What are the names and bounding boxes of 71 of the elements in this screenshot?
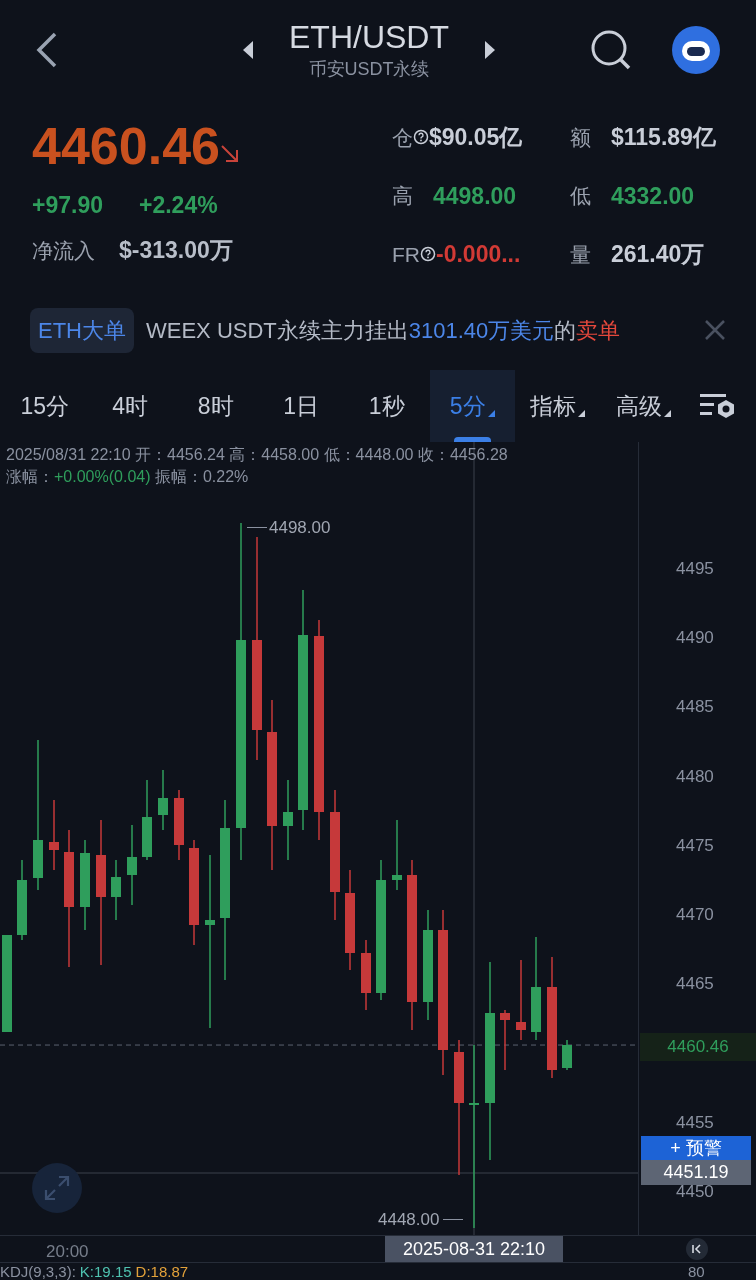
candle bbox=[392, 819, 402, 891]
price-axis-label: 4495 bbox=[676, 558, 714, 580]
last-price-label: 4460.46 bbox=[640, 1033, 756, 1061]
price-axis-label: 4485 bbox=[676, 696, 714, 719]
time-axis-label: 20:00 bbox=[46, 1241, 89, 1263]
interval-tab[interactable]: 1秒 bbox=[344, 370, 430, 442]
candle bbox=[49, 799, 59, 871]
stat-label: 额 bbox=[570, 124, 591, 151]
stat-label: 仓 bbox=[392, 124, 413, 151]
indicator-value: K:19.15 bbox=[79, 1262, 132, 1280]
next-triangle-icon[interactable] bbox=[485, 41, 495, 59]
price-axis-label: 4465 bbox=[676, 973, 714, 996]
chart-settings-icon[interactable] bbox=[700, 391, 736, 421]
candle bbox=[174, 789, 184, 861]
skip-back-icon bbox=[692, 1244, 702, 1254]
banner-message: WEEX USDT永续主力挂出3101.40万美元的卖单 bbox=[146, 316, 622, 345]
tag-label: ETH大单 bbox=[30, 307, 134, 353]
price-axis-label: 4490 bbox=[676, 627, 714, 650]
interval-tab[interactable]: 指标 bbox=[515, 370, 601, 442]
candle bbox=[158, 769, 168, 831]
stat-value: 4498.00 bbox=[433, 181, 517, 211]
stat-label: 高 bbox=[392, 183, 413, 209]
stat-value: -0.000... bbox=[436, 240, 521, 269]
stat-value: $115.89亿 bbox=[611, 123, 716, 152]
candle-ohlc-text: 2025/08/31 22:10 开：4456.24 高：4458.00 低：4448.00 收：4456.28 bbox=[6, 445, 508, 465]
expand-icon bbox=[44, 1175, 70, 1201]
help-icon[interactable] bbox=[413, 129, 429, 146]
price-axis-label: 4455 bbox=[676, 1111, 714, 1134]
candle bbox=[361, 939, 371, 1011]
interval-tab[interactable]: 高级 bbox=[600, 370, 686, 442]
interval-tab[interactable]: 5分 bbox=[429, 370, 515, 442]
crosshair-time-label: 2025-08-31 22:10 bbox=[385, 1236, 563, 1263]
stat-value: 4332.00 bbox=[611, 181, 695, 211]
indicator-name: KDJ(9,3,3): bbox=[0, 1262, 76, 1280]
selected-tab-underline bbox=[453, 437, 491, 442]
percent-change: +2.24% bbox=[139, 191, 218, 220]
avatar-icon[interactable] bbox=[672, 26, 720, 74]
interval-tab[interactable]: 8时 bbox=[173, 370, 259, 442]
price-axis-label: 4480 bbox=[676, 765, 714, 788]
indicator-value: D:18.87 bbox=[135, 1262, 189, 1280]
candle bbox=[500, 1009, 510, 1071]
low-price-marker: 4448.00 bbox=[378, 1209, 440, 1231]
help-icon[interactable] bbox=[420, 246, 436, 263]
last-price: 4460.46 bbox=[32, 116, 220, 177]
scroll-to-latest-button[interactable] bbox=[686, 1238, 708, 1260]
pair-title: ETH/USDT bbox=[289, 17, 449, 56]
indicator-axis-label: 80 bbox=[688, 1262, 705, 1280]
interval-tab[interactable]: 1日 bbox=[258, 370, 344, 442]
stat-label: 低 bbox=[570, 183, 591, 209]
stat-value: $90.05亿 bbox=[429, 123, 523, 152]
net-inflow-value: $-313.00万 bbox=[119, 235, 233, 265]
stat-label: 量 bbox=[570, 241, 591, 268]
stat-value: 261.40万 bbox=[611, 240, 705, 269]
candle bbox=[562, 1039, 572, 1071]
price-axis-label: 4470 bbox=[676, 904, 714, 926]
down-arrow-icon bbox=[219, 144, 240, 164]
interval-tab[interactable]: 4时 bbox=[87, 370, 173, 442]
net-inflow-label: 净流入 bbox=[32, 237, 95, 264]
candle-change-text: 涨幅：+0.00%(0.04) 振幅：0.22% bbox=[6, 467, 250, 487]
interval-tab[interactable]: 15分 bbox=[2, 370, 88, 442]
search-icon[interactable] bbox=[590, 29, 632, 71]
stat-label: FR bbox=[392, 241, 420, 268]
crosshair-price-label: 4451.19 bbox=[641, 1160, 751, 1185]
alert-button[interactable]: + 预警 bbox=[641, 1136, 751, 1160]
market-subtitle: 币安USDT永续 bbox=[308, 57, 430, 81]
back-icon[interactable] bbox=[36, 32, 58, 68]
candle bbox=[111, 859, 121, 921]
high-price-marker: 4498.00 bbox=[269, 517, 331, 539]
price-axis-label: 4475 bbox=[676, 834, 714, 857]
previous-triangle-icon[interactable] bbox=[243, 41, 253, 59]
price-change: +97.90 bbox=[32, 191, 103, 220]
